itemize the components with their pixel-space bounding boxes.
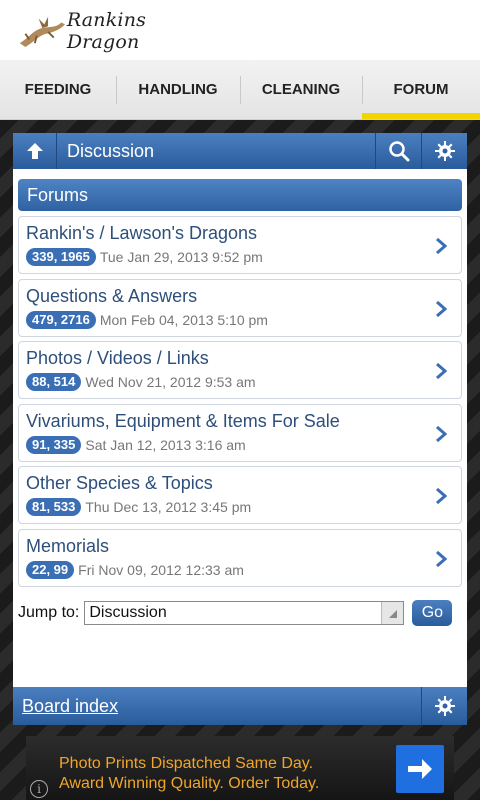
- ad-line-2: Award Winning Quality. Order Today.: [59, 775, 320, 792]
- tab-feeding[interactable]: FEEDING: [0, 60, 116, 119]
- ad-arrow-button[interactable]: [396, 745, 444, 793]
- chevron-right-icon: [436, 300, 447, 317]
- arrow-right-icon: [408, 759, 432, 779]
- topic-post-count-badge: 479, 2716: [26, 310, 96, 329]
- jump-to-selected-value: Discussion: [89, 604, 167, 621]
- up-button[interactable]: [13, 133, 57, 169]
- topic-post-count-badge: 88, 514: [26, 373, 82, 391]
- forum-row-rankins-lawsons[interactable]: Rankin's / Lawson's Dragons 339, 1965 Tu…: [18, 216, 462, 274]
- chevron-right-icon: [436, 487, 447, 505]
- jump-to-row: Jump to: Discussion Go: [18, 599, 462, 627]
- forum-row-other-species[interactable]: Other Species & Topics 81, 533 Thu Dec 1…: [18, 466, 462, 524]
- ad-banner[interactable]: Photo Prints Dispatched Same Day. Award …: [26, 736, 454, 800]
- forum-bottombar: Board index: [13, 687, 467, 725]
- forum-name: Rankin's / Lawson's Dragons: [26, 223, 257, 243]
- forum-panel: Discussion Forums Rankin's / Lawson's Dr…: [13, 133, 467, 725]
- last-post-date: Thu Dec 13, 2012 3:45 pm: [85, 499, 252, 515]
- topic-post-count-badge: 81, 533: [26, 498, 82, 516]
- app-header: Rankins Dragon: [0, 0, 480, 60]
- gear-icon: [434, 696, 455, 716]
- forum-list: Rankin's / Lawson's Dragons 339, 1965 Tu…: [18, 216, 462, 591]
- forum-row-vivariums-equipment[interactable]: Vivariums, Equipment & Items For Sale 91…: [18, 403, 462, 462]
- forum-name: Memorials: [26, 535, 110, 556]
- app-logo: Rankins Dragon: [16, 8, 216, 53]
- forum-row-memorials[interactable]: Memorials 22, 99 Fri Nov 09, 2012 12:33 …: [18, 528, 462, 587]
- tab-handling[interactable]: HANDLING: [116, 60, 240, 119]
- ad-info-icon[interactable]: i: [30, 780, 48, 798]
- forums-section-header: Forums: [18, 179, 462, 211]
- logo-text: Rankins Dragon: [66, 9, 147, 53]
- tab-cleaning[interactable]: CLEANING: [240, 60, 362, 119]
- page-title: Discussion: [67, 140, 155, 161]
- topic-post-count-badge: 91, 335: [26, 435, 82, 454]
- tab-forum[interactable]: FORUM: [362, 60, 480, 119]
- settings-button[interactable]: [421, 133, 467, 169]
- last-post-date: Mon Feb 04, 2013 5:10 pm: [99, 311, 268, 328]
- bottom-settings-button[interactable]: [421, 687, 467, 725]
- forum-name: Vivariums, Equipment & Items For Sale: [26, 410, 340, 431]
- chevron-right-icon: [436, 425, 447, 442]
- search-icon: [388, 141, 409, 162]
- gear-icon: [434, 141, 455, 161]
- topic-post-count-badge: 339, 1965: [26, 248, 96, 266]
- board-index-link[interactable]: Board index: [13, 696, 421, 717]
- dropdown-arrow-icon: [381, 602, 404, 624]
- topic-post-count-badge: 22, 99: [26, 560, 75, 579]
- last-post-date: Sat Jan 12, 2013 3:16 am: [85, 436, 246, 453]
- jump-to-label: Jump to:: [18, 604, 80, 621]
- forum-name: Other Species & Topics: [26, 473, 213, 493]
- chevron-right-icon: [436, 362, 447, 380]
- arrow-up-icon: [26, 143, 43, 159]
- forum-topbar: Discussion: [13, 133, 467, 169]
- chevron-right-icon: [436, 550, 447, 567]
- ad-text: Photo Prints Dispatched Same Day. Award …: [59, 754, 319, 794]
- jump-to-select[interactable]: Discussion: [84, 601, 405, 625]
- tab-bar: FEEDING HANDLING CLEANING FORUM: [0, 60, 480, 120]
- last-post-date: Fri Nov 09, 2012 12:33 am: [78, 561, 244, 578]
- last-post-date: Tue Jan 29, 2013 9:52 pm: [99, 249, 263, 265]
- forum-name: Photos / Videos / Links: [26, 348, 209, 368]
- forum-name: Questions & Answers: [26, 285, 198, 306]
- chevron-right-icon: [436, 237, 447, 255]
- ad-line-1: Photo Prints Dispatched Same Day.: [59, 755, 314, 772]
- dragon-logo-icon: [19, 16, 66, 47]
- forum-row-photos-videos-links[interactable]: Photos / Videos / Links 88, 514 Wed Nov …: [18, 341, 462, 399]
- search-button[interactable]: [375, 133, 421, 169]
- go-button[interactable]: Go: [412, 600, 453, 626]
- forum-row-questions-answers[interactable]: Questions & Answers 479, 2716 Mon Feb 04…: [18, 278, 462, 337]
- last-post-date: Wed Nov 21, 2012 9:53 am: [85, 374, 256, 390]
